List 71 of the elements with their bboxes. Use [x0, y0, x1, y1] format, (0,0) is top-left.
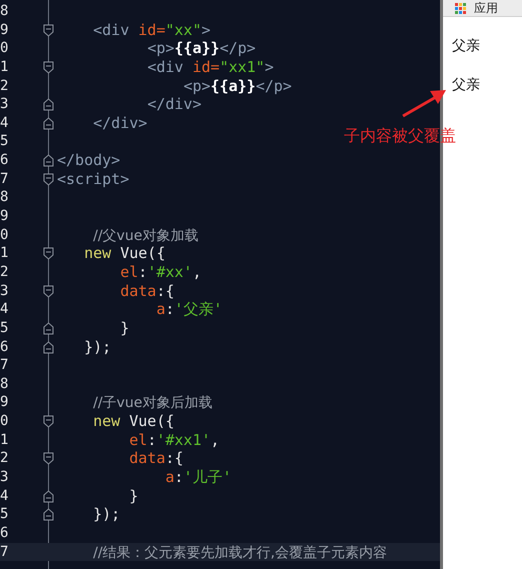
line-number: 1: [0, 244, 8, 263]
code-line: }: [120, 318, 130, 337]
line-number: 6: [0, 151, 8, 170]
line-number: 7: [0, 542, 8, 562]
page-text: 父亲: [452, 76, 481, 95]
line-number: 9: [0, 20, 8, 40]
code-line: new Vue({: [93, 412, 174, 430]
line-number: 8: [0, 374, 8, 394]
code-line: data:{: [120, 282, 174, 300]
fold-start-icon[interactable]: [43, 415, 54, 428]
code-line: <div id="xx">: [93, 20, 211, 39]
fold-end-icon[interactable]: [43, 116, 54, 130]
line-number: 4: [0, 486, 8, 506]
line-number: 7: [0, 356, 8, 375]
line-number: 5: [0, 318, 8, 338]
line-number: 9: [0, 207, 8, 226]
fold-end-icon[interactable]: [43, 490, 54, 503]
line-number: 5: [0, 132, 8, 152]
fold-end-icon[interactable]: [43, 508, 54, 522]
line-number: 0: [0, 412, 8, 431]
line-number: 0: [0, 226, 8, 244]
annotation-arrow: [400, 88, 448, 120]
fold-start-icon[interactable]: [43, 452, 54, 466]
code-line: </div>: [93, 114, 148, 132]
code-line: el:'#xx',: [120, 262, 202, 281]
code-comment: //子vue对象后加载: [93, 394, 212, 412]
line-number: 6: [0, 524, 8, 543]
line-number: 3: [0, 468, 8, 487]
fold-start-icon[interactable]: [43, 172, 54, 186]
code-line: <script>: [57, 170, 130, 188]
line-number: 0: [0, 39, 8, 58]
fold-start-icon[interactable]: [43, 284, 54, 298]
line-number: 3: [0, 95, 8, 114]
code-line: });: [84, 338, 112, 356]
line-number: 3: [0, 282, 8, 300]
line-number: 2: [0, 76, 8, 96]
code-line: a:'父亲': [156, 300, 222, 318]
code-line: el:'#xx1',: [129, 430, 220, 449]
fold-end-icon[interactable]: [43, 154, 54, 168]
line-number: 2: [0, 262, 8, 282]
line-number: 9: [0, 393, 8, 412]
fold-end-icon[interactable]: [43, 98, 54, 112]
fold-end-icon[interactable]: [43, 322, 54, 335]
line-number: 5: [0, 505, 8, 524]
apps-icon[interactable]: [455, 2, 466, 14]
code-comment: //结果：父元素要先加载才行,会覆盖子元素内容: [93, 544, 388, 561]
fold-end-icon[interactable]: [43, 340, 54, 354]
code-comment: //父vue对象加载: [93, 226, 198, 244]
line-number: 4: [0, 114, 8, 132]
code-line: });: [93, 505, 120, 524]
line-number: 2: [0, 449, 8, 468]
page-text: 父亲: [452, 37, 481, 56]
fold-start-icon[interactable]: [43, 247, 54, 260]
code-line: <p>{{a}}</p>: [183, 76, 292, 95]
fold-start-icon[interactable]: [43, 60, 54, 74]
code-line: <p>{{a}}</p>: [147, 39, 256, 58]
line-number: 1: [0, 58, 8, 77]
code-line: }: [129, 486, 138, 505]
code-line: <div id="xx1">: [147, 58, 274, 76]
line-number: 6: [0, 338, 8, 356]
line-number: 7: [0, 170, 8, 188]
code-line: data:{: [129, 449, 184, 468]
line-number: 1: [0, 430, 8, 450]
fold-start-icon[interactable]: [43, 24, 54, 37]
code-line: a:'儿子': [165, 468, 232, 486]
line-number: 4: [0, 300, 8, 319]
code-line: </div>: [147, 95, 202, 114]
line-number: 8: [0, 188, 8, 208]
line-number: 8: [0, 2, 8, 21]
code-line: </body>: [57, 151, 120, 170]
code-line: new Vue({: [84, 244, 166, 262]
